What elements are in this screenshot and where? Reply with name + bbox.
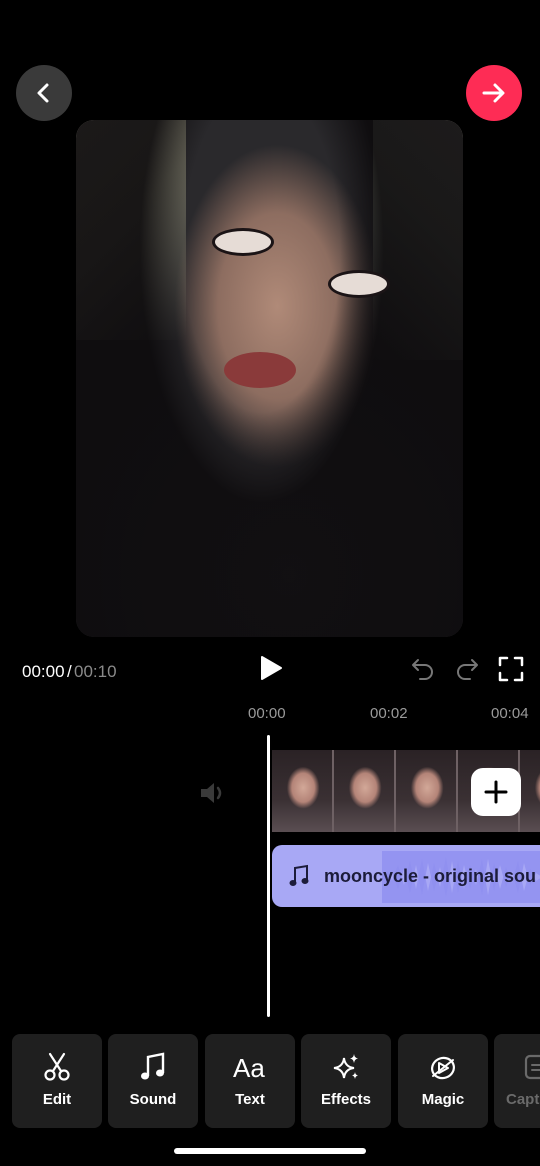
captions-icon bbox=[524, 1054, 540, 1080]
video-preview[interactable] bbox=[76, 120, 463, 637]
fullscreen-icon[interactable] bbox=[498, 656, 524, 682]
audio-track-label: mooncycle - original sou bbox=[324, 866, 537, 886]
preview-lips bbox=[224, 352, 296, 388]
playhead[interactable] bbox=[267, 735, 270, 1017]
tool-label: Sound bbox=[129, 1091, 177, 1108]
preview-eye-left bbox=[212, 228, 274, 256]
sparkles-icon bbox=[333, 1054, 358, 1079]
undo-icon[interactable] bbox=[410, 656, 436, 680]
clip-frame bbox=[334, 750, 396, 832]
back-button[interactable] bbox=[16, 65, 72, 121]
scissors-icon bbox=[44, 1052, 70, 1081]
tool-label: Capt bbox=[506, 1091, 540, 1108]
total-time: 00:10 bbox=[74, 662, 117, 681]
plus-icon bbox=[484, 780, 508, 804]
current-time: 00:00 bbox=[22, 662, 65, 681]
svg-text:Aa: Aa bbox=[233, 1053, 265, 1082]
text-aa-icon: Aa bbox=[233, 1053, 265, 1082]
tool-text-button[interactable]: Aa Text bbox=[205, 1034, 295, 1128]
tool-effects-button[interactable]: Effects bbox=[301, 1034, 391, 1128]
music-note-icon bbox=[289, 864, 309, 886]
music-note-icon bbox=[141, 1052, 165, 1080]
tool-label: Text bbox=[235, 1091, 265, 1108]
clip-frame bbox=[520, 750, 540, 832]
timeline-tick: 00:00 bbox=[248, 705, 286, 722]
home-indicator[interactable] bbox=[174, 1148, 366, 1154]
tool-captions-button[interactable]: Capt bbox=[494, 1034, 540, 1128]
tool-label: Effects bbox=[320, 1091, 372, 1108]
chevron-left-icon bbox=[37, 83, 49, 103]
redo-icon[interactable] bbox=[454, 656, 480, 680]
tool-label: Magic bbox=[421, 1091, 465, 1108]
tool-edit-button[interactable]: Edit bbox=[12, 1034, 102, 1128]
tool-magic-button[interactable]: Magic bbox=[398, 1034, 488, 1128]
timeline-tick: 00:02 bbox=[370, 705, 408, 722]
add-clip-button[interactable] bbox=[471, 768, 521, 816]
preview-eye-right bbox=[328, 270, 390, 298]
clip-frame bbox=[396, 750, 458, 832]
time-separator: / bbox=[67, 662, 72, 681]
clip-frame bbox=[272, 750, 334, 832]
magic-icon bbox=[431, 1056, 455, 1080]
timeline-tick: 00:04 bbox=[491, 705, 529, 722]
speaker-icon[interactable] bbox=[198, 780, 228, 806]
arrow-right-icon bbox=[482, 83, 505, 103]
play-icon[interactable] bbox=[258, 655, 284, 681]
next-button[interactable] bbox=[466, 65, 522, 121]
tool-sound-button[interactable]: Sound bbox=[108, 1034, 198, 1128]
tool-label: Edit bbox=[42, 1091, 72, 1108]
